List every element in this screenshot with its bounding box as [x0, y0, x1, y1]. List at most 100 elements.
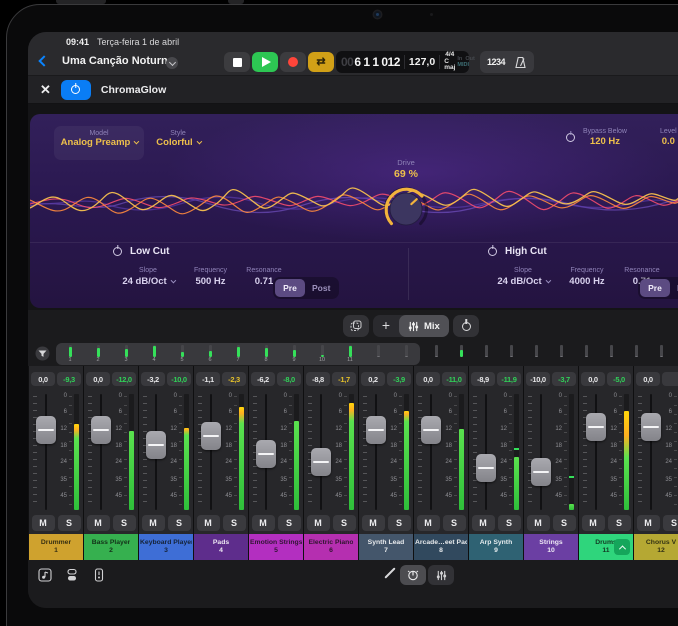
plugin-power-button[interactable]: [61, 80, 91, 100]
overview-visible-range[interactable]: 1234567891011: [56, 343, 420, 365]
solo-button[interactable]: S: [223, 515, 246, 531]
song-title[interactable]: Uma Canção Noturna: [62, 55, 174, 67]
play-button[interactable]: [252, 52, 278, 72]
solo-button[interactable]: S: [58, 515, 81, 531]
peak-value[interactable]: -3,9: [387, 372, 411, 386]
volume-value[interactable]: 0,0: [416, 372, 440, 386]
fader-cap[interactable]: [421, 416, 441, 444]
mute-button[interactable]: M: [417, 515, 440, 531]
track-overview-strip[interactable]: 1234567891011: [28, 342, 678, 366]
fader-cap[interactable]: [36, 416, 56, 444]
high-cut-pre-button[interactable]: Pre: [640, 279, 670, 297]
mute-button[interactable]: M: [307, 515, 330, 531]
overview-offscreen-tracks[interactable]: [424, 343, 678, 365]
mute-button[interactable]: M: [87, 515, 110, 531]
metronome-icon[interactable]: [514, 56, 527, 69]
fader-cap[interactable]: [256, 440, 276, 468]
volume-value[interactable]: -6,2: [251, 372, 275, 386]
fader-cap[interactable]: [201, 422, 221, 450]
track-name-banner[interactable]: Strings 10: [524, 534, 578, 560]
solo-button[interactable]: S: [333, 515, 356, 531]
lcd-display[interactable]: 00 6 1 1 012 127,0 4/4 C maj In Out MIDI: [336, 51, 469, 73]
mute-button[interactable]: M: [197, 515, 220, 531]
volume-value[interactable]: 0,2: [361, 372, 385, 386]
solo-button[interactable]: S: [663, 515, 678, 531]
volume-value[interactable]: -3,2: [141, 372, 165, 386]
mute-button[interactable]: M: [527, 515, 550, 531]
cycle-button[interactable]: ⇄: [308, 52, 334, 72]
peak-value[interactable]: -9,3: [57, 372, 81, 386]
record-button[interactable]: [280, 52, 306, 72]
fader-cap[interactable]: [586, 413, 606, 441]
volume-value[interactable]: -10,0: [526, 372, 550, 386]
mute-button[interactable]: M: [142, 515, 165, 531]
solo-button[interactable]: S: [113, 515, 136, 531]
song-menu-chevron-icon[interactable]: [166, 57, 178, 69]
peak-value[interactable]: -10,0: [167, 372, 191, 386]
filter-icon[interactable]: [35, 346, 50, 361]
track-name-banner[interactable]: Pads 4: [194, 534, 248, 560]
high-cut-frequency[interactable]: Frequency 4000 Hz: [558, 267, 616, 287]
stop-button[interactable]: [224, 52, 250, 72]
mute-button[interactable]: M: [362, 515, 385, 531]
track-name-banner[interactable]: Bass Player 2: [84, 534, 138, 560]
volume-value[interactable]: -8,8: [306, 372, 330, 386]
peak-value[interactable]: -12,0: [112, 372, 136, 386]
track-name-banner[interactable]: Synth Lead 7: [359, 534, 413, 560]
low-cut-pre-button[interactable]: Pre: [275, 279, 305, 297]
peak-value[interactable]: -11,0: [442, 372, 466, 386]
controls-view-button[interactable]: [400, 565, 426, 585]
style-selector[interactable]: Style Colorful: [148, 126, 208, 148]
mute-button[interactable]: M: [252, 515, 275, 531]
keyboard-icon[interactable]: [93, 568, 105, 582]
track-name-banner[interactable]: Drummer 1: [29, 534, 83, 560]
edit-pencil-icon[interactable]: [384, 567, 395, 578]
volume-value[interactable]: -8,9: [471, 372, 495, 386]
back-chevron-icon[interactable]: [38, 55, 49, 66]
mute-button[interactable]: M: [32, 515, 55, 531]
solo-button[interactable]: S: [443, 515, 466, 531]
solo-button[interactable]: S: [168, 515, 191, 531]
connectors-icon[interactable]: [65, 568, 79, 582]
high-cut-post-button[interactable]: Post: [670, 279, 678, 297]
high-cut-slope[interactable]: Slope 24 dB/Oct: [488, 267, 558, 287]
peak-value[interactable]: -8,0: [277, 372, 301, 386]
track-name-banner[interactable]: Emotion Strings 5: [249, 534, 303, 560]
level-control[interactable]: Level 0.0: [660, 128, 677, 147]
track-name-banner[interactable]: Electric Piano 6: [304, 534, 358, 560]
mute-button[interactable]: M: [637, 515, 660, 531]
fader-cap[interactable]: [476, 454, 496, 482]
loops-browser-icon[interactable]: [38, 568, 52, 582]
track-name-banner[interactable]: Arcade…eet Pad 8: [414, 534, 468, 560]
solo-button[interactable]: S: [498, 515, 521, 531]
fader-cap[interactable]: [366, 416, 386, 444]
drive-knob[interactable]: [381, 184, 431, 234]
high-cut-power-icon[interactable]: [488, 247, 497, 256]
low-cut-power-icon[interactable]: [113, 247, 122, 256]
solo-button[interactable]: S: [608, 515, 631, 531]
solo-button[interactable]: S: [553, 515, 576, 531]
volume-value[interactable]: 0,0: [31, 372, 55, 386]
fader-cap[interactable]: [641, 413, 661, 441]
volume-value[interactable]: 0,0: [86, 372, 110, 386]
fader-cap[interactable]: [531, 458, 551, 486]
mute-button[interactable]: M: [472, 515, 495, 531]
low-cut-frequency[interactable]: Frequency 500 Hz: [183, 267, 238, 287]
track-name-banner[interactable]: Drums 11: [579, 534, 633, 560]
mixer-power-button[interactable]: [453, 315, 479, 337]
track-name-banner[interactable]: Arp Synth 9: [469, 534, 523, 560]
mute-button[interactable]: M: [582, 515, 605, 531]
close-plugin-button[interactable]: ✕: [40, 83, 51, 96]
volume-value[interactable]: 0,0: [636, 372, 660, 386]
peak-value[interactable]: [662, 372, 678, 386]
solo-button[interactable]: S: [388, 515, 411, 531]
volume-value[interactable]: 0,0: [581, 372, 605, 386]
mixer-view-button[interactable]: [428, 565, 454, 585]
mix-view-button[interactable]: Mix: [399, 315, 449, 337]
volume-value[interactable]: -1,1: [196, 372, 220, 386]
track-name-banner[interactable]: Chorus V 12: [634, 534, 678, 560]
duplicate-button[interactable]: [343, 315, 369, 337]
peak-value[interactable]: -11,9: [497, 372, 521, 386]
fader-cap[interactable]: [311, 448, 331, 476]
fader-cap[interactable]: [91, 416, 111, 444]
